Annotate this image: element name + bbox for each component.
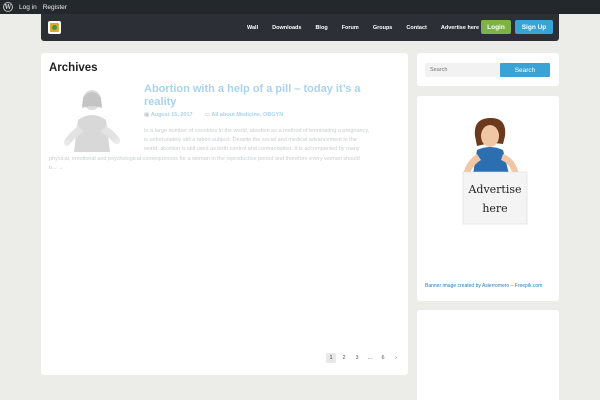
page-2[interactable]: 2 <box>339 353 349 363</box>
ad-text-2: here <box>482 202 507 215</box>
ad-text-1: Advertise <box>467 183 521 196</box>
page-6[interactable]: 6 <box>378 353 388 363</box>
read-more-link[interactable]: b... → <box>49 164 401 173</box>
admin-bar: W Log in Register <box>0 0 600 14</box>
nav-downloads[interactable]: Downloads <box>272 25 301 31</box>
pagination: 1 2 3 ... 6 › <box>326 353 401 363</box>
page-1[interactable]: 1 <box>326 353 336 363</box>
empty-widget <box>417 310 559 400</box>
post-date: August 15, 2017 <box>150 112 193 118</box>
main-navbar: Wall Downloads Blog Forum Groups Contact… <box>41 14 559 41</box>
page-ellipsis: ... <box>367 355 373 361</box>
site-logo[interactable] <box>48 21 61 34</box>
search-input[interactable] <box>425 63 500 77</box>
nav-groups[interactable]: Groups <box>373 25 393 31</box>
post-meta: ▦ August 15, 2017 ▭ All about Medicine, … <box>144 112 283 118</box>
nav-advertise[interactable]: Advertise here <box>441 25 479 31</box>
post-excerpt: In a large number of countries in the wo… <box>49 127 401 173</box>
signup-button[interactable]: Sign Up <box>515 20 553 34</box>
nav-wall[interactable]: Wall <box>247 25 258 31</box>
login-button[interactable]: Login <box>481 20 511 34</box>
admin-login-link[interactable]: Log in <box>19 4 37 11</box>
search-widget: Search <box>417 53 559 86</box>
post-category[interactable]: All about Medicine, OBGYN <box>211 112 283 118</box>
calendar-icon: ▦ August 15, 2017 <box>144 112 193 118</box>
admin-register-link[interactable]: Register <box>43 4 67 11</box>
next-page-icon[interactable]: › <box>391 353 401 363</box>
advertise-widget: Advertise here Banner image created by A… <box>417 96 559 301</box>
search-button[interactable]: Search <box>500 63 550 77</box>
nav-forum[interactable]: Forum <box>342 25 359 31</box>
folder-icon: ▭ All about Medicine, OBGYN <box>204 112 284 118</box>
archive-content: Archives Abortion with a help of a pill … <box>41 53 408 375</box>
advertise-banner[interactable]: Advertise here <box>455 114 531 226</box>
nav-blog[interactable]: Blog <box>315 25 327 31</box>
page-3[interactable]: 3 <box>352 353 362 363</box>
ad-credit-link[interactable]: Banner image created by Asierromero – Fr… <box>425 283 542 289</box>
nav-contact[interactable]: Contact <box>406 25 426 31</box>
wordpress-icon[interactable]: W <box>3 2 13 12</box>
post-title[interactable]: Abortion with a help of a pill – today i… <box>144 83 394 108</box>
page-title: Archives <box>49 62 98 74</box>
